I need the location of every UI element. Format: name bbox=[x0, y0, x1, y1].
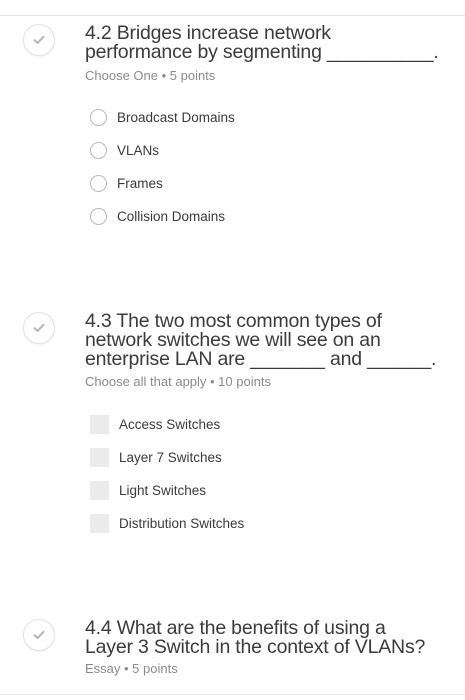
radio-button[interactable] bbox=[90, 207, 107, 225]
option-label: VLANs bbox=[117, 142, 160, 158]
option-label: Distribution Switches bbox=[119, 515, 245, 531]
answer-option[interactable]: Collision Domains bbox=[90, 205, 225, 227]
check-icon bbox=[33, 323, 45, 332]
answer-option[interactable]: Distribution Switches bbox=[90, 512, 244, 534]
question-meta: Choose One • 5 points bbox=[85, 68, 216, 83]
radio-button[interactable] bbox=[90, 108, 107, 126]
question-status-check[interactable] bbox=[23, 24, 55, 56]
bottom-divider bbox=[0, 694, 465, 695]
check-icon bbox=[33, 35, 45, 44]
check-icon bbox=[33, 630, 45, 639]
answer-option[interactable]: Layer 7 Switches bbox=[90, 446, 222, 468]
checkbox[interactable] bbox=[90, 447, 109, 467]
answer-option[interactable]: Frames bbox=[90, 172, 163, 194]
option-label: Collision Domains bbox=[117, 208, 226, 224]
top-divider bbox=[0, 15, 465, 16]
question-text-line: performance by segmenting __________. bbox=[85, 41, 439, 63]
question-text: 4.2 Bridges increase network performance… bbox=[85, 23, 450, 63]
question-status-check[interactable] bbox=[23, 619, 55, 651]
question-text: 4.4 What are the benefits of using a Lay… bbox=[85, 618, 450, 658]
option-label: Light Switches bbox=[119, 482, 207, 498]
question-meta: Essay • 5 points bbox=[85, 661, 178, 676]
option-label: Access Switches bbox=[119, 416, 221, 432]
question-status-check[interactable] bbox=[23, 312, 55, 344]
checkbox[interactable] bbox=[90, 513, 109, 533]
answer-option[interactable]: Broadcast Domains bbox=[90, 106, 235, 128]
question-text-line: Layer 3 Switch in the context of VLANs? bbox=[85, 636, 426, 658]
question-meta: Choose all that apply • 10 points bbox=[85, 374, 271, 389]
radio-button[interactable] bbox=[90, 141, 107, 159]
checkbox[interactable] bbox=[90, 480, 109, 500]
answer-option[interactable]: Access Switches bbox=[90, 413, 220, 435]
checkbox[interactable] bbox=[90, 414, 109, 434]
answer-option[interactable]: Light Switches bbox=[90, 479, 206, 501]
radio-button[interactable] bbox=[90, 174, 107, 192]
option-label: Frames bbox=[117, 175, 163, 191]
option-label: Layer 7 Switches bbox=[119, 449, 222, 465]
question-text: 4.3 The two most common types of network… bbox=[85, 311, 450, 370]
answer-option[interactable]: VLANs bbox=[90, 139, 159, 161]
question-text-line: enterprise LAN are _______ and ______. bbox=[85, 348, 437, 370]
option-label: Broadcast Domains bbox=[117, 109, 235, 125]
